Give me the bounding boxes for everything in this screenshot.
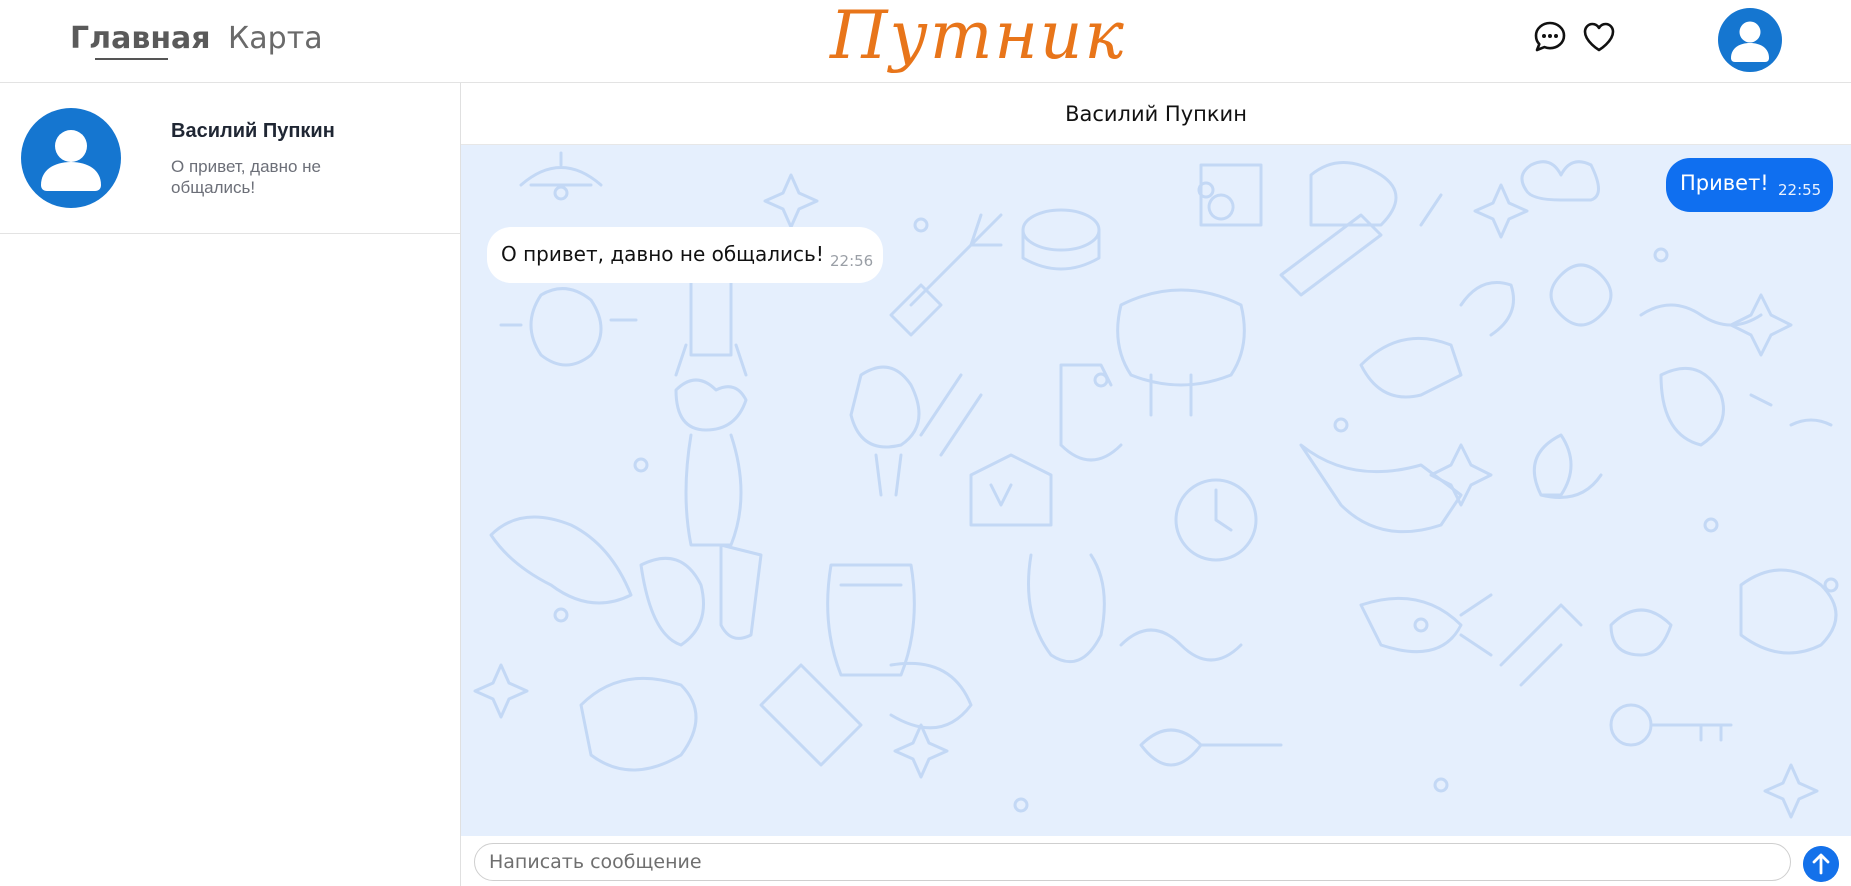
contact-avatar-icon [21, 108, 121, 208]
chat-panel: Василий Пупкин Привет! 22:55 О привет, д… [461, 83, 1851, 886]
heart-icon[interactable] [1581, 19, 1617, 55]
conversation-item[interactable]: Василий Пупкин О привет, давно не общали… [0, 83, 460, 234]
message-time: 22:56 [830, 252, 874, 270]
profile-avatar-icon[interactable] [1718, 8, 1782, 72]
top-bar: Главная Карта Путник [0, 0, 1851, 83]
chat-bubble-icon[interactable] [1532, 19, 1568, 55]
message-text: Привет! [1680, 171, 1769, 195]
chat-title: Василий Пупкин [461, 83, 1851, 145]
conversation-list: Василий Пупкин О привет, давно не общали… [0, 83, 461, 886]
message-composer [461, 836, 1851, 886]
message-time: 22:55 [1778, 181, 1822, 199]
last-message-preview: О привет, давно не общались! [171, 157, 321, 197]
message-area[interactable]: Привет! 22:55 О привет, давно не общалис… [461, 145, 1851, 836]
nav-home-link[interactable]: Главная [70, 20, 211, 58]
outgoing-message[interactable]: Привет! 22:55 [1666, 158, 1833, 212]
message-text: О привет, давно не общались! [501, 242, 824, 266]
incoming-message[interactable]: О привет, давно не общались! 22:56 [487, 227, 883, 283]
contact-name: Василий Пупкин [171, 120, 335, 142]
logo[interactable]: Путник [830, 0, 1126, 72]
message-input[interactable] [474, 843, 1791, 881]
nav-map-link[interactable]: Карта [228, 20, 323, 58]
send-arrow-icon[interactable] [1803, 846, 1839, 882]
active-nav-indicator [95, 58, 168, 60]
